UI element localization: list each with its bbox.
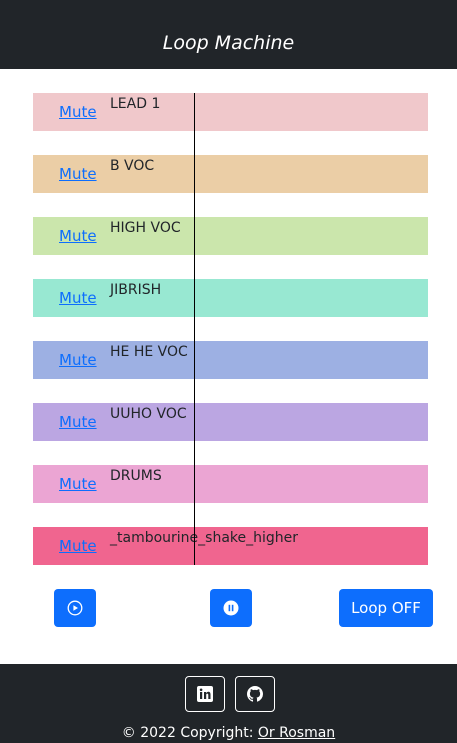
track-name: B VOC xyxy=(110,158,155,174)
pause-circle-icon xyxy=(223,600,239,616)
linkedin-link[interactable] xyxy=(185,676,225,712)
track-row: Mute JIBRISH xyxy=(33,279,428,317)
track-name: HE HE VOC xyxy=(110,344,188,360)
mute-button[interactable]: Mute xyxy=(59,165,97,183)
track-row: Mute B VOC xyxy=(33,155,428,193)
track-row: Mute HIGH VOC xyxy=(33,217,428,255)
mute-button[interactable]: Mute xyxy=(59,227,97,245)
author-link[interactable]: Or Rosman xyxy=(258,725,335,741)
track-name: UUHO VOC xyxy=(110,406,187,422)
copyright-text: © 2022 Copyright: Or Rosman xyxy=(0,725,457,741)
playhead-cursor[interactable] xyxy=(194,93,195,565)
mute-button[interactable]: Mute xyxy=(59,289,97,307)
play-button[interactable] xyxy=(54,589,96,627)
play-circle-icon xyxy=(67,600,83,616)
track-row: Mute HE HE VOC xyxy=(33,341,428,379)
track-name: HIGH VOC xyxy=(110,220,181,236)
mute-button[interactable]: Mute xyxy=(59,475,97,493)
track-name: _tambourine_shake_higher xyxy=(110,530,299,546)
mute-button[interactable]: Mute xyxy=(59,103,97,121)
mute-button[interactable]: Mute xyxy=(59,537,97,555)
github-icon xyxy=(247,686,263,702)
track-name: LEAD 1 xyxy=(110,96,161,112)
copyright-prefix: © 2022 Copyright: xyxy=(121,725,258,741)
track-row: Mute DRUMS xyxy=(33,465,428,503)
track-list: Mute LEAD 1 Mute B VOC Mute HIGH VOC Mut… xyxy=(0,0,457,600)
mute-button[interactable]: Mute xyxy=(59,413,97,431)
pause-button[interactable] xyxy=(210,589,252,627)
mute-button[interactable]: Mute xyxy=(59,351,97,369)
track-name: DRUMS xyxy=(110,468,162,484)
footer: © 2022 Copyright: Or Rosman xyxy=(0,664,457,743)
linkedin-icon xyxy=(197,686,213,702)
track-name: JIBRISH xyxy=(110,282,162,298)
loop-toggle-button[interactable]: Loop OFF xyxy=(339,589,433,627)
track-row: Mute LEAD 1 xyxy=(33,93,428,131)
track-row: Mute UUHO VOC xyxy=(33,403,428,441)
github-link[interactable] xyxy=(235,676,275,712)
track-row: Mute _tambourine_shake_higher xyxy=(33,527,428,565)
